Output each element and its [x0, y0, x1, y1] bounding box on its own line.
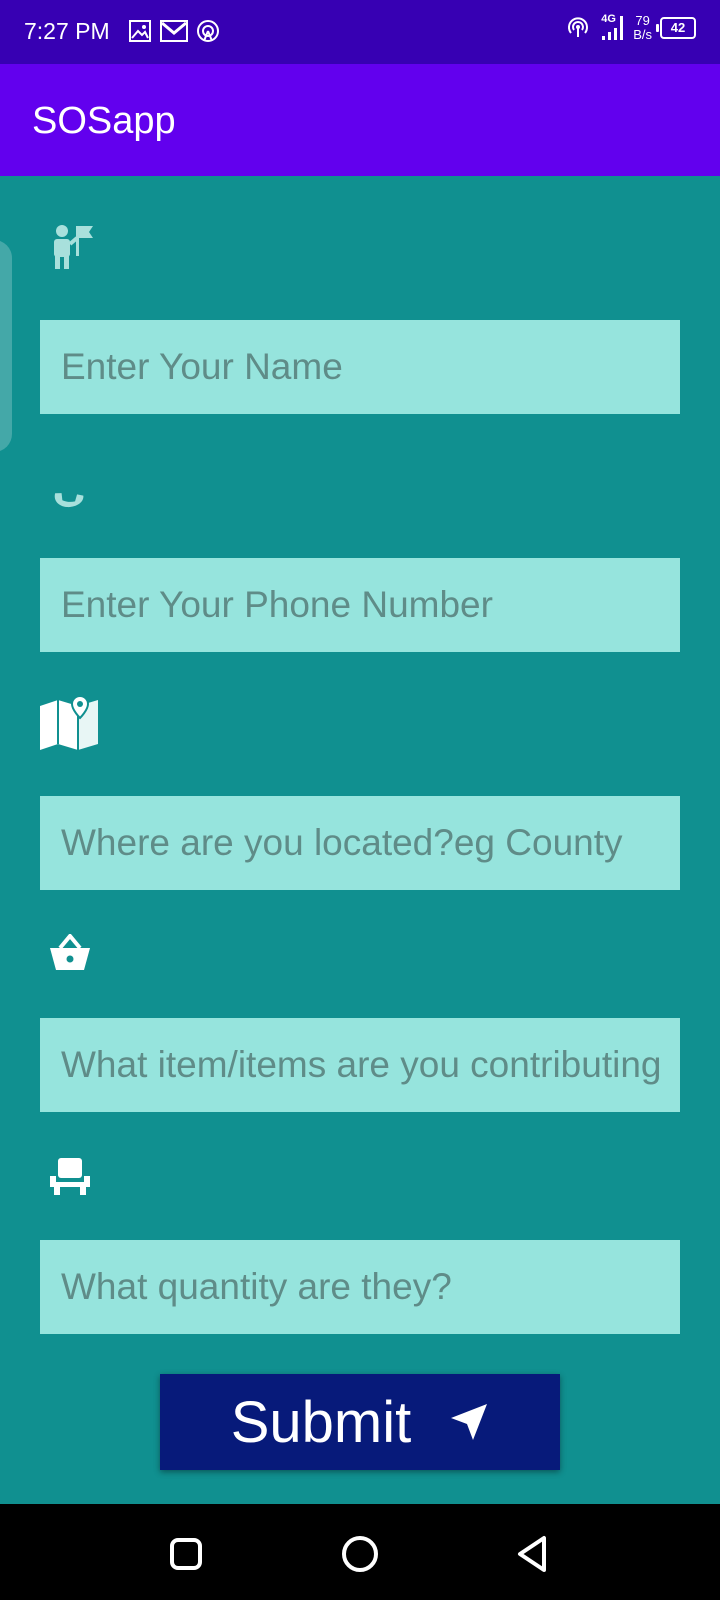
- network-speed: 79 B/s: [633, 14, 652, 42]
- location-field[interactable]: [40, 796, 680, 890]
- items-input[interactable]: [40, 1018, 680, 1112]
- name-field[interactable]: [40, 320, 680, 414]
- phone-input[interactable]: [40, 558, 680, 652]
- speed-value: 79: [635, 13, 650, 28]
- system-nav-bar: [0, 1504, 720, 1600]
- send-arrow-icon: [451, 1404, 488, 1440]
- chair-icon: [50, 1158, 90, 1195]
- status-system-icons: 4G 79 B/s 42: [565, 14, 696, 42]
- person-flag-icon: [54, 225, 93, 269]
- edge-panel-handle[interactable]: [0, 240, 12, 452]
- map-pin-icon: [40, 694, 98, 750]
- status-bar: 7:27 PM 4G 79 B/s 42: [0, 0, 720, 64]
- battery-indicator: 42: [656, 17, 696, 39]
- status-notification-icons: [128, 19, 220, 43]
- image-icon: [129, 20, 151, 42]
- hotspot-icon: [197, 20, 219, 42]
- items-field[interactable]: [40, 1018, 680, 1112]
- signal-group: 4G: [599, 14, 625, 42]
- submit-label: Submit: [230, 1389, 412, 1455]
- back-triangle-icon[interactable]: [514, 1534, 554, 1574]
- quantity-input[interactable]: [40, 1240, 680, 1334]
- gmail-icon: [160, 20, 188, 42]
- signal-icon: [602, 16, 624, 40]
- phone-field[interactable]: [40, 558, 680, 652]
- quantity-field[interactable]: [40, 1240, 680, 1334]
- hotspot-active-icon: [568, 17, 589, 37]
- basket-icon: [50, 934, 90, 970]
- location-input[interactable]: [40, 796, 680, 890]
- app-title: SOSapp: [32, 100, 176, 142]
- status-time: 7:27 PM: [24, 18, 110, 44]
- home-circle-icon[interactable]: [340, 1534, 380, 1574]
- phone-icon: [54, 493, 84, 508]
- recents-square-icon[interactable]: [166, 1534, 206, 1574]
- name-input[interactable]: [40, 320, 680, 414]
- app-bar: SOSapp: [0, 64, 720, 176]
- submit-button[interactable]: Submit: [160, 1374, 560, 1470]
- speed-unit: B/s: [633, 27, 652, 42]
